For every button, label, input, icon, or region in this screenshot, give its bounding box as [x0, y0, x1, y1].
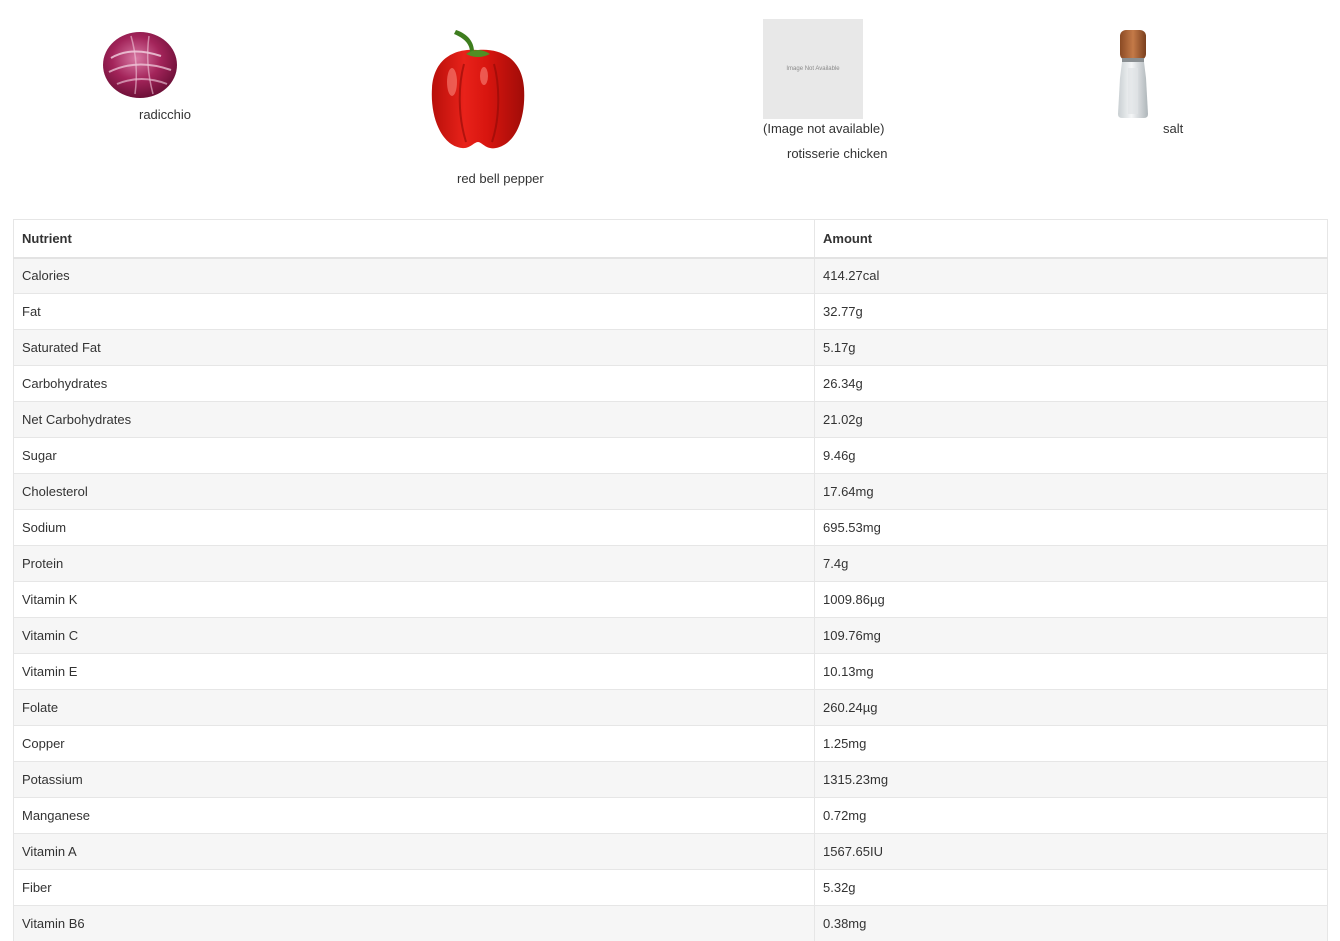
nutrient-name: Potassium [13, 761, 815, 798]
table-row: Potassium 1315.23mg [13, 761, 1328, 798]
nutrient-amount: 17.64mg [814, 473, 1328, 510]
nutrient-amount: 695.53mg [814, 509, 1328, 546]
nutrient-amount: 1315.23mg [814, 761, 1328, 798]
header-amount: Amount [814, 219, 1328, 259]
table-row: Protein 7.4g [13, 545, 1328, 582]
nutrient-name: Folate [13, 689, 815, 726]
nutrient-name: Protein [13, 545, 815, 582]
nutrient-amount: 1.25mg [814, 725, 1328, 762]
table-row: Carbohydrates 26.34g [13, 365, 1328, 402]
ingredient-name: salt [1163, 121, 1184, 136]
nutrient-name: Vitamin K [13, 581, 815, 618]
nutrient-name: Cholesterol [13, 473, 815, 510]
table-row: Sodium 695.53mg [13, 509, 1328, 546]
recipe-nutrition-page: radicchio red bell pepper Image Not Avai… [0, 0, 1340, 941]
nutrient-name: Manganese [13, 797, 815, 834]
nutrient-amount: 32.77g [814, 293, 1328, 330]
table-row: Manganese 0.72mg [13, 797, 1328, 834]
nutrient-amount: 21.02g [814, 401, 1328, 438]
ingredient-name: red bell pepper [457, 171, 544, 186]
red-bell-pepper-image [431, 30, 525, 149]
header-nutrient: Nutrient [13, 219, 815, 259]
table-row: Copper 1.25mg [13, 725, 1328, 762]
table-row: Fiber 5.32g [13, 869, 1328, 906]
ingredient-name: radicchio [139, 107, 192, 122]
image-placeholder: Image Not Available [763, 19, 863, 119]
nutrient-amount: 1567.65IU [814, 833, 1328, 870]
table-row: Vitamin B6 0.38mg [13, 905, 1328, 941]
nutrient-name: Net Carbohydrates [13, 401, 815, 438]
nutrient-amount: 26.34g [814, 365, 1328, 402]
nutrient-amount: 7.4g [814, 545, 1328, 582]
table-row: Cholesterol 17.64mg [13, 473, 1328, 510]
nutrient-name: Sugar [13, 437, 815, 474]
table-header-row: Nutrient Amount [13, 219, 1328, 259]
nutrient-amount: 5.32g [814, 869, 1328, 906]
table-row: Vitamin E 10.13mg [13, 653, 1328, 690]
nutrient-amount: 0.72mg [814, 797, 1328, 834]
table-row: Folate 260.24µg [13, 689, 1328, 726]
table-row: Net Carbohydrates 21.02g [13, 401, 1328, 438]
nutrient-name: Carbohydrates [13, 365, 815, 402]
table-row: Calories 414.27cal [13, 257, 1328, 294]
image-unavailable-note: (Image not available) [763, 121, 885, 136]
nutrient-amount: 109.76mg [814, 617, 1328, 654]
table-row: Sugar 9.46g [13, 437, 1328, 474]
nutrient-name: Vitamin A [13, 833, 815, 870]
radicchio-image [103, 32, 177, 98]
nutrient-name: Copper [13, 725, 815, 762]
nutrient-name: Calories [13, 257, 815, 294]
ingredient-name: rotisserie chicken [787, 146, 888, 161]
nutrient-amount: 260.24µg [814, 689, 1328, 726]
nutrition-table: Nutrient Amount Calories 414.27cal Fat 32.… [13, 219, 1328, 941]
nutrient-amount: 0.38mg [814, 905, 1328, 941]
table-row: Fat 32.77g [13, 293, 1328, 330]
nutrient-name: Sodium [13, 509, 815, 546]
nutrient-name: Vitamin B6 [13, 905, 815, 941]
nutrient-name: Fat [13, 293, 815, 330]
table-row: Vitamin A 1567.65IU [13, 833, 1328, 870]
nutrient-amount: 9.46g [814, 437, 1328, 474]
nutrient-name: Saturated Fat [13, 329, 815, 366]
nutrient-amount: 1009.86µg [814, 581, 1328, 618]
nutrient-name: Fiber [13, 869, 815, 906]
ingredient-list: radicchio red bell pepper Image Not Avai… [0, 0, 1340, 210]
table-row: Saturated Fat 5.17g [13, 329, 1328, 366]
salt-grinder-image [1118, 30, 1148, 118]
nutrient-name: Vitamin C [13, 617, 815, 654]
nutrient-amount: 414.27cal [814, 257, 1328, 294]
nutrient-name: Vitamin E [13, 653, 815, 690]
table-row: Vitamin K 1009.86µg [13, 581, 1328, 618]
nutrient-amount: 5.17g [814, 329, 1328, 366]
nutrient-amount: 10.13mg [814, 653, 1328, 690]
table-row: Vitamin C 109.76mg [13, 617, 1328, 654]
